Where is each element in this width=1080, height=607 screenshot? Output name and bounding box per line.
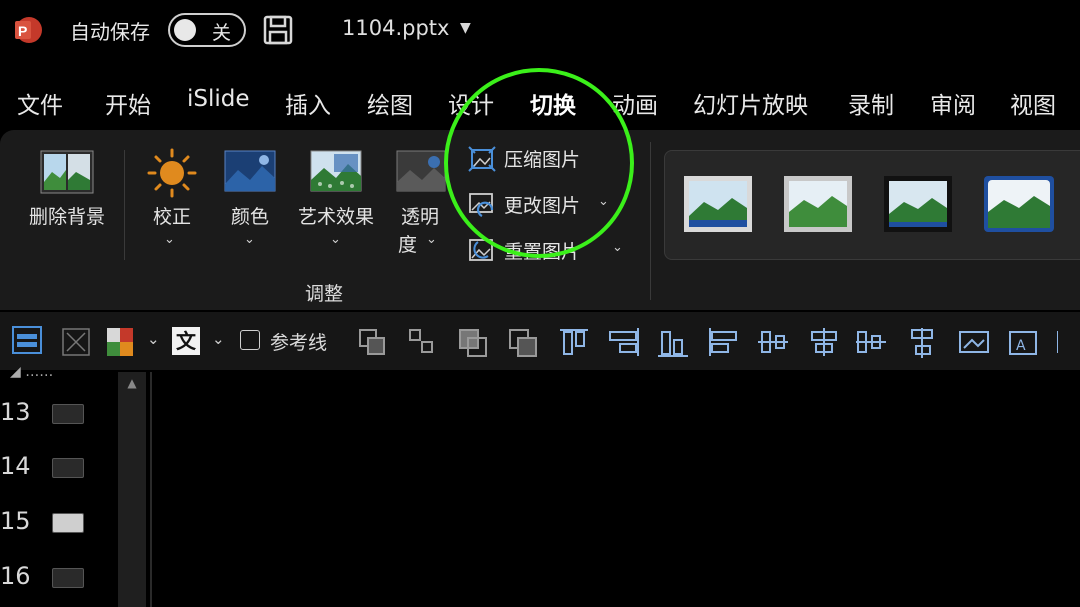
tab-home[interactable]: 开始 [105, 86, 151, 120]
sun-icon [147, 148, 197, 198]
picture-style-1[interactable] [684, 176, 752, 232]
collapse-section-icon[interactable]: ◢ …… [10, 364, 53, 380]
tab-islide[interactable]: iSlide [187, 86, 250, 112]
picture-style-3[interactable] [884, 176, 952, 232]
divider [650, 142, 651, 300]
crop-shape-icon[interactable] [62, 328, 90, 356]
artistic-effects-label: 艺术效果 [297, 206, 374, 228]
corrections-label: 校正 [152, 206, 191, 228]
slide-number: 14 [0, 452, 31, 480]
text-format-icon[interactable]: 文 [172, 327, 200, 355]
transparency-label: 透明 [400, 206, 439, 228]
chevron-down-icon: ⌄ [164, 232, 175, 247]
color-label: 颜色 [230, 206, 269, 228]
chevron-down-icon[interactable]: ⌄ [147, 330, 160, 348]
slide-number: 15 [0, 507, 31, 535]
tab-draw[interactable]: 绘图 [367, 86, 413, 120]
tab-slideshow[interactable]: 幻灯片放映 [693, 86, 808, 120]
tab-file[interactable]: 文件 [17, 86, 63, 120]
autosave-label: 自动保存 [70, 20, 150, 44]
tab-review[interactable]: 审阅 [930, 86, 976, 120]
svg-text:A: A [1016, 338, 1026, 354]
picture-color-icon [224, 150, 276, 192]
picture-style-2[interactable] [784, 176, 852, 232]
slide-number: 13 [0, 398, 31, 426]
scrollbar[interactable] [118, 372, 146, 607]
divider [124, 150, 125, 260]
autosave-toggle[interactable]: 关 [168, 13, 246, 47]
svg-text:P: P [18, 23, 27, 39]
selection-pane-icon[interactable] [12, 326, 42, 354]
powerpoint-logo-icon: P [15, 17, 42, 43]
slide-thumbnail[interactable] [52, 568, 84, 588]
pane-border [150, 372, 152, 607]
qat-alignment-icons[interactable]: A [358, 326, 1058, 360]
toggle-knob [174, 19, 196, 41]
chevron-down-icon: ⌄ [244, 232, 255, 247]
remove-background-label: 删除背景 [28, 206, 105, 228]
chevron-down-icon: ⌄ [330, 232, 341, 247]
artistic-effects-button[interactable]: 艺术效果 ⌄ [290, 146, 382, 256]
color-button[interactable]: 颜色 ⌄ [220, 146, 280, 256]
toggle-state-label: 关 [212, 22, 232, 44]
corrections-button[interactable]: 校正 ⌄ [140, 146, 204, 256]
scroll-up-icon[interactable]: ▲ [122, 376, 142, 396]
chevron-down-icon[interactable]: ⌄ [212, 330, 225, 348]
adjust-group-label: 调整 [305, 283, 344, 305]
transparency-button[interactable]: 透明 度 ⌄ [392, 146, 448, 256]
slide-number: 16 [0, 562, 31, 590]
guides-label: 参考线 [270, 332, 328, 354]
fill-color-icon[interactable] [106, 327, 134, 357]
guides-checkbox[interactable] [240, 330, 260, 350]
artistic-effects-icon [310, 150, 362, 192]
transparency-label-2: 度 [398, 234, 418, 256]
slide-thumbnail[interactable] [52, 513, 84, 533]
remove-background-button[interactable]: 删除背景 [22, 146, 112, 246]
picture-style-4[interactable] [984, 176, 1054, 232]
highlight-circle [444, 68, 634, 258]
remove-background-icon [40, 150, 94, 194]
chevron-down-icon[interactable]: ▼ [460, 20, 471, 36]
file-name[interactable]: 1104.pptx [342, 16, 449, 40]
tab-record[interactable]: 录制 [848, 86, 894, 120]
transparency-icon [396, 150, 446, 192]
slide-thumbnail[interactable] [52, 458, 84, 478]
tab-view[interactable]: 视图 [1010, 86, 1056, 120]
chevron-down-icon: ⌄ [612, 240, 623, 255]
save-icon[interactable] [262, 14, 294, 46]
slide-thumbnail[interactable] [52, 404, 84, 424]
chevron-down-icon: ⌄ [426, 232, 437, 247]
tab-insert[interactable]: 插入 [285, 86, 331, 120]
